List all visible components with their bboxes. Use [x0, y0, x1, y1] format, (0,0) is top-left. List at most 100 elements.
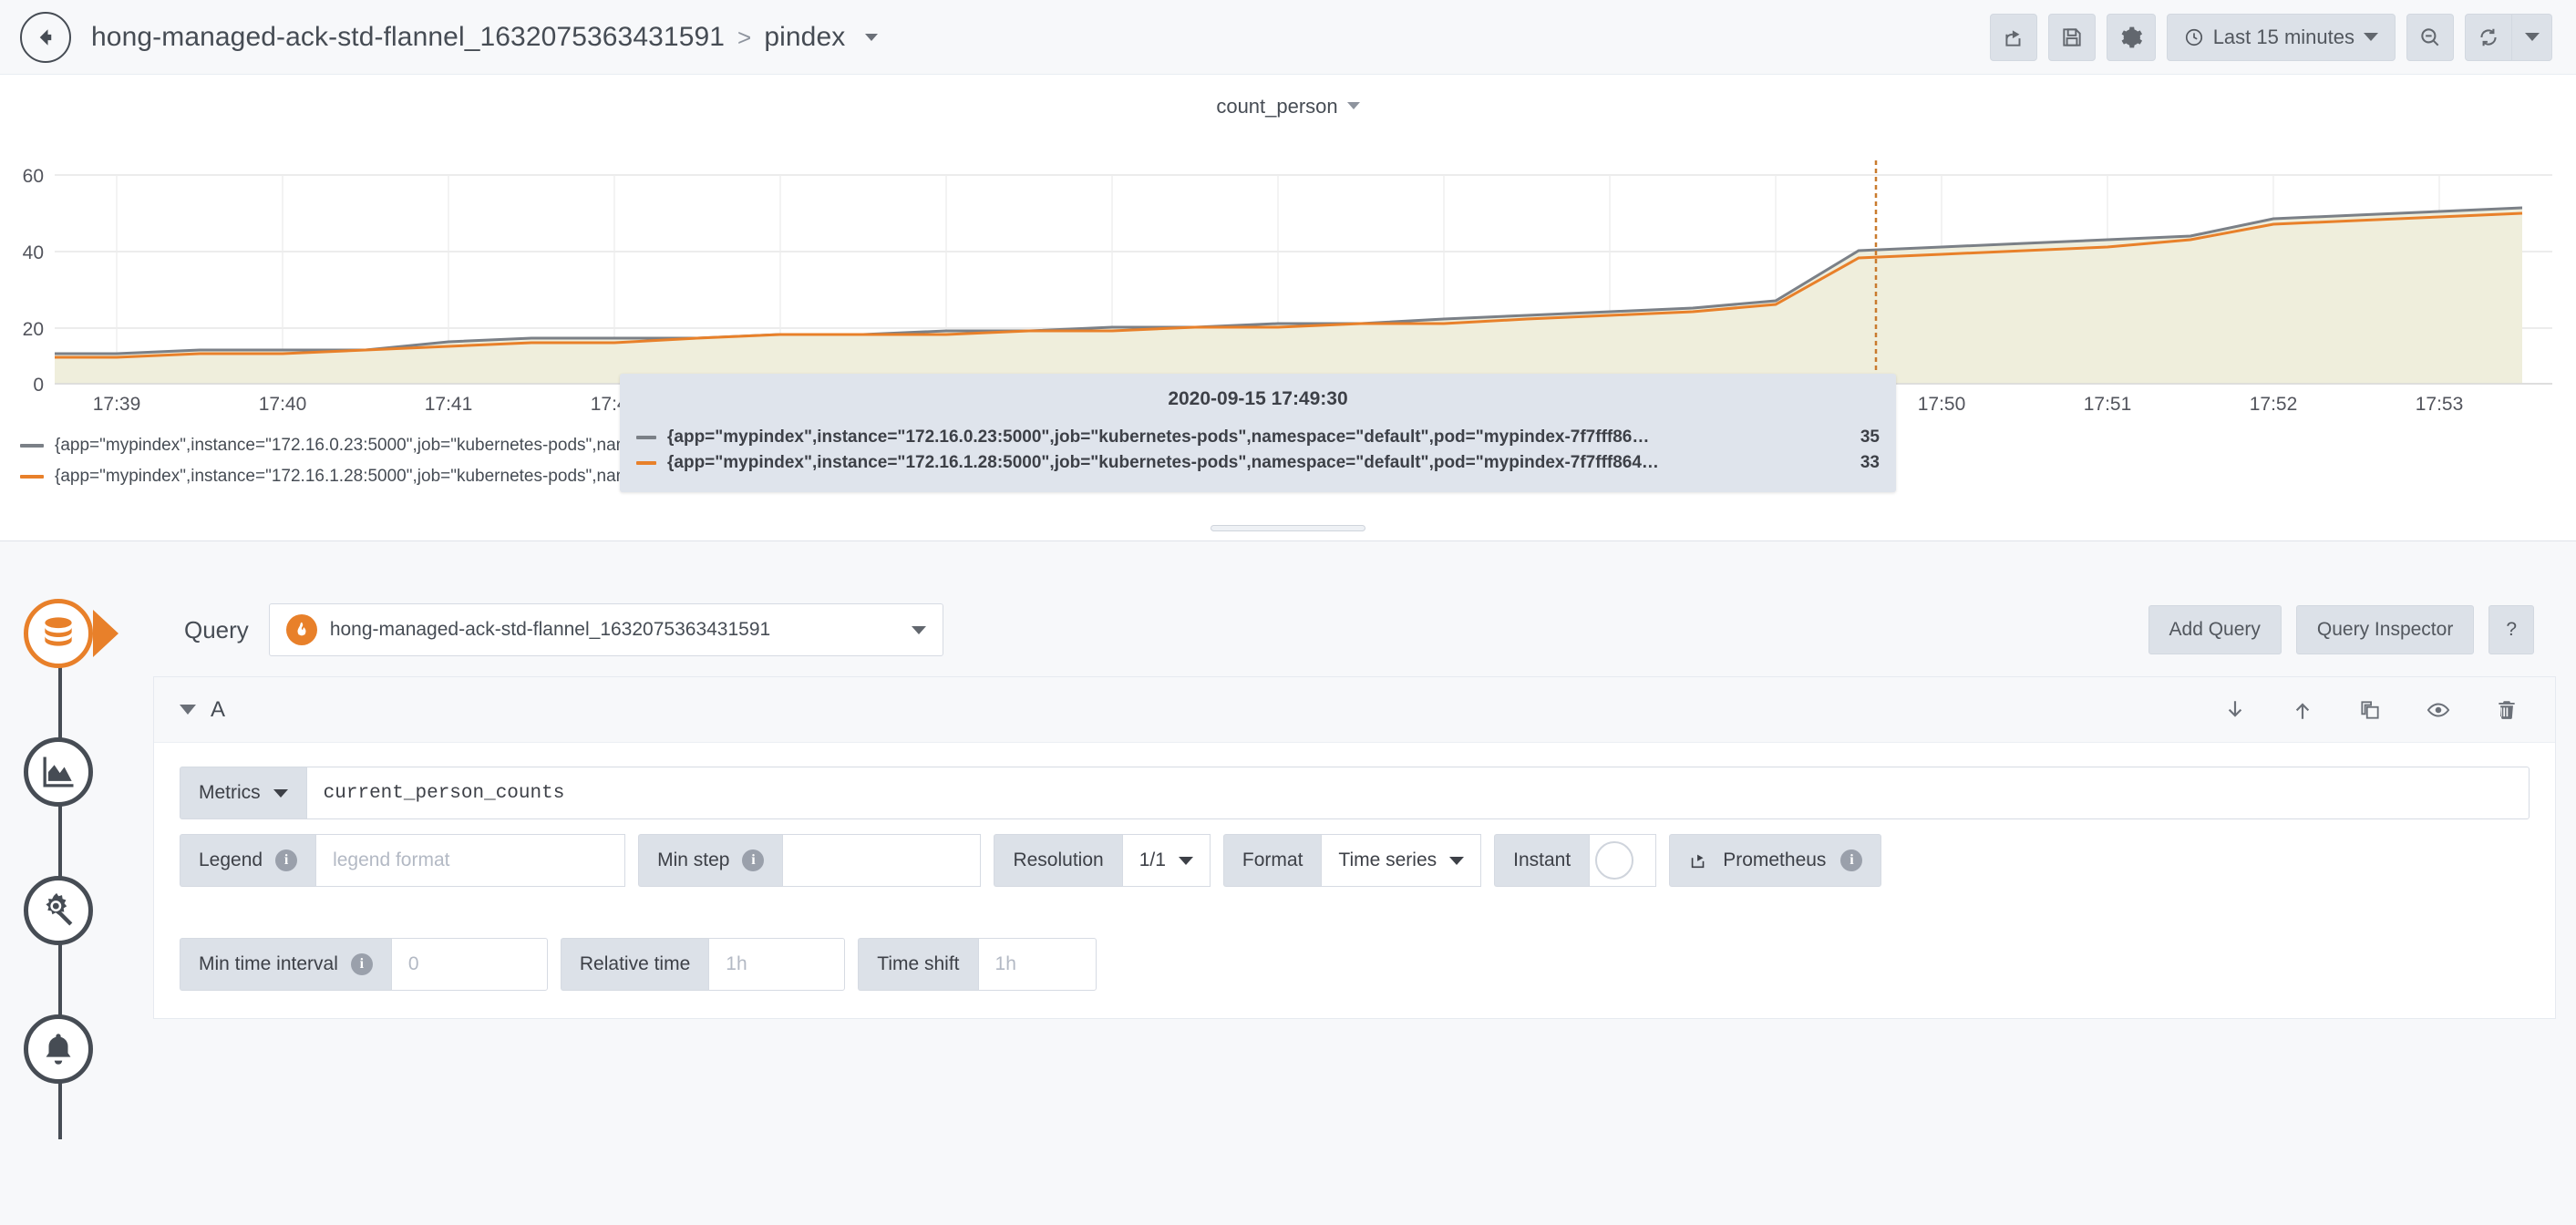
external-link-icon [1688, 850, 1708, 870]
remove-query-button[interactable] [2495, 698, 2519, 722]
arrow-down-icon [2223, 698, 2247, 722]
time-shift-input[interactable]: 1h [978, 938, 1097, 991]
x-tick: 17:41 [425, 394, 473, 416]
clock-icon [2184, 27, 2204, 47]
trash-icon [2495, 698, 2519, 722]
query-expression-input[interactable]: current_person_counts [306, 767, 2530, 819]
query-toolbar-actions: Add Query Query Inspector ? [2148, 605, 2534, 654]
query-options-row: Legend i legend format Min step i Resolu… [180, 834, 2530, 887]
bell-icon [39, 1030, 77, 1068]
refresh-interval-dropdown[interactable] [2512, 14, 2552, 61]
resolution-label-cell: Resolution [994, 834, 1121, 887]
query-row-header: A [154, 677, 2555, 743]
sidebar-item-queries[interactable] [9, 583, 109, 684]
save-icon [2060, 26, 2084, 49]
resolution-label: Resolution [1013, 849, 1103, 871]
prometheus-docs-link[interactable]: Prometheus i [1669, 834, 1881, 887]
query-row-id: A [211, 697, 225, 723]
tooltip-series-value: 35 [1839, 427, 1880, 448]
resolution-select[interactable]: 1/1 [1122, 834, 1211, 887]
series-color-swatch [636, 461, 660, 465]
graph-plot [0, 124, 2576, 416]
query-inspector-button[interactable]: Query Inspector [2296, 605, 2474, 654]
y-tick: 20 [23, 319, 44, 341]
relative-time-label-cell: Relative time [561, 938, 708, 991]
x-tick: 17:52 [2250, 394, 2298, 416]
panel-resize-handle[interactable] [1211, 525, 1365, 531]
breadcrumb-panel[interactable]: pindex [764, 22, 845, 53]
legend-label-cell: Legend i [180, 834, 315, 887]
format-label-cell: Format [1223, 834, 1322, 887]
query-row-body: Metrics current_person_counts Legend i l… [154, 743, 2555, 914]
format-select[interactable]: Time series [1321, 834, 1481, 887]
min-time-interval-input[interactable]: 0 [391, 938, 548, 991]
breadcrumb-dashboard[interactable]: hong-managed-ack-std-flannel_16320753634… [91, 22, 725, 53]
duplicate-query-button[interactable] [2358, 698, 2382, 722]
sidebar-item-visualization[interactable] [9, 722, 109, 822]
toggle-knob [1595, 841, 1633, 880]
x-tick: 17:39 [93, 394, 141, 416]
zoom-out-icon [2418, 26, 2442, 49]
eye-icon [2426, 697, 2451, 723]
add-query-button[interactable]: Add Query [2148, 605, 2282, 654]
min-step-input[interactable] [782, 834, 981, 887]
sidebar-item-general[interactable] [9, 860, 109, 961]
refresh-icon [2477, 26, 2500, 49]
metrics-label: Metrics [199, 782, 261, 804]
sidebar-item-alert[interactable] [9, 999, 109, 1099]
y-tick: 40 [23, 242, 44, 264]
y-axis: 60 40 20 0 [0, 124, 51, 416]
datasource-picker[interactable]: hong-managed-ack-std-flannel_16320753634… [269, 603, 943, 656]
panel-header[interactable]: count_person [0, 75, 2576, 118]
query-row-a: A [153, 677, 2556, 1019]
collapse-toggle-icon[interactable] [180, 705, 196, 715]
metrics-row: Metrics current_person_counts [180, 767, 2530, 819]
time-range-label: Last 15 minutes [2213, 26, 2354, 49]
query-section-label: Query [175, 616, 249, 644]
min-step-label: Min step [657, 849, 729, 871]
chevron-down-icon [912, 626, 926, 634]
panel-settings-button[interactable] [2107, 14, 2156, 61]
tooltip-series-label: {app="mypindex",instance="172.16.1.28:50… [667, 453, 1839, 473]
gear-icon [2118, 25, 2144, 50]
instant-toggle[interactable] [1589, 834, 1656, 887]
legend-format-input[interactable]: legend format [315, 834, 625, 887]
top-navbar: hong-managed-ack-std-flannel_16320753634… [0, 0, 2576, 75]
time-shift-label-cell: Time shift [858, 938, 977, 991]
editor-tab-rail [0, 583, 118, 1221]
arrow-left-circle-icon [32, 24, 59, 51]
graph-canvas[interactable]: 60 40 20 0 17:3917:4017:4117:4217:4317:4… [0, 124, 2576, 416]
x-tick: 17:40 [259, 394, 307, 416]
info-icon[interactable]: i [351, 953, 373, 975]
time-range-picker[interactable]: Last 15 minutes [2167, 14, 2396, 61]
tooltip-timestamp: 2020-09-15 17:49:30 [636, 388, 1880, 410]
breadcrumb: hong-managed-ack-std-flannel_16320753634… [91, 22, 878, 53]
back-button[interactable] [20, 12, 71, 63]
chevron-down-icon [2364, 33, 2378, 41]
instant-label-cell: Instant [1494, 834, 1589, 887]
toggle-query-visibility-button[interactable] [2426, 697, 2451, 723]
move-query-down-button[interactable] [2223, 698, 2247, 722]
duplicate-icon [2358, 698, 2382, 722]
zoom-out-button[interactable] [2406, 14, 2454, 61]
chevron-down-icon[interactable] [1347, 102, 1360, 109]
prometheus-label: Prometheus [1723, 849, 1826, 871]
gear-wrench-icon [37, 890, 79, 932]
help-button[interactable]: ? [2488, 605, 2534, 654]
share-button[interactable] [1990, 14, 2037, 61]
refresh-button[interactable] [2465, 14, 2512, 61]
metrics-dropdown[interactable]: Metrics [180, 767, 306, 819]
info-icon[interactable]: i [1840, 849, 1862, 871]
move-query-up-button[interactable] [2291, 698, 2314, 722]
tooltip-row: {app="mypindex",instance="172.16.1.28:50… [636, 450, 1880, 476]
info-icon[interactable]: i [742, 849, 764, 871]
breadcrumb-separator: > [737, 24, 751, 52]
chevron-down-icon[interactable] [865, 34, 878, 41]
info-icon[interactable]: i [275, 849, 297, 871]
series-color-swatch [636, 436, 660, 439]
datasource-name: hong-managed-ack-std-flannel_16320753634… [330, 619, 770, 641]
chevron-down-icon [273, 789, 288, 798]
save-button[interactable] [2048, 14, 2096, 61]
instant-label: Instant [1513, 849, 1571, 871]
relative-time-input[interactable]: 1h [708, 938, 845, 991]
